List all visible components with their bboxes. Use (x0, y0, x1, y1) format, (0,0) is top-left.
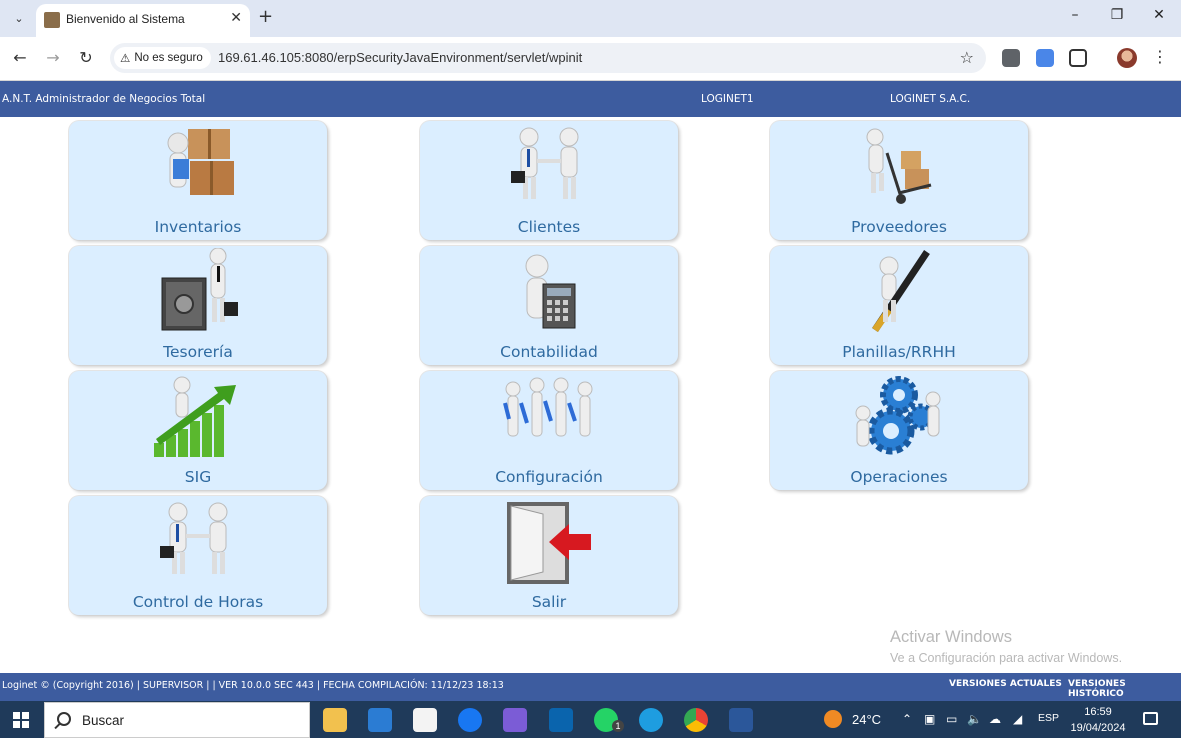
restore-button[interactable]: ❐ (1102, 7, 1132, 23)
search-placeholder: Buscar (82, 713, 125, 728)
chrome-icon[interactable] (684, 708, 708, 732)
url-text[interactable]: 169.61.46.105:8080/erpSecurityJavaEnviro… (218, 50, 582, 65)
wifi-icon[interactable]: ◢ (1013, 712, 1022, 726)
tile-label: Planillas/RRHH (842, 343, 956, 361)
tab-close-icon[interactable]: ✕ (230, 10, 242, 26)
security-indicator[interactable]: ⚠ No es seguro (114, 47, 211, 69)
tray-chevron-icon[interactable]: ⌃ (902, 712, 912, 726)
browser-menu-icon[interactable]: ⋮ (1152, 47, 1168, 66)
clock-time: 16:59 (1084, 706, 1112, 718)
browser-tab[interactable]: Bienvenido al Sistema ✕ (36, 4, 250, 37)
profile-avatar[interactable] (1117, 48, 1137, 68)
word-icon[interactable] (729, 708, 753, 732)
weather-icon[interactable] (824, 710, 842, 728)
clock-date: 19/04/2024 (1070, 722, 1126, 734)
module-grid: Inventarios Clientes Proveedores Tesorer… (0, 117, 1181, 673)
handshake-icon (160, 502, 228, 574)
whatsapp-badge: 1 (612, 720, 624, 732)
tab-search-button[interactable]: ⌄ (8, 7, 30, 29)
safe-icon (161, 248, 238, 331)
versiones-actuales-link[interactable]: VERSIONES ACTUALES (949, 679, 1062, 689)
user-name: LOGINET1 (701, 93, 754, 105)
module-tile-clientes[interactable]: Clientes (420, 121, 678, 240)
windows-start-icon[interactable] (13, 712, 29, 728)
forward-button[interactable]: → (42, 48, 64, 67)
language-indicator[interactable]: ESP (1038, 712, 1059, 724)
extension-icon[interactable] (1002, 49, 1020, 67)
growth-chart-icon (154, 376, 236, 457)
battery-icon[interactable]: ▭ (946, 712, 957, 726)
clock[interactable]: 16:59 19/04/2024 (1062, 704, 1134, 736)
tile-label: Inventarios (154, 218, 242, 236)
tray-device-icon[interactable]: ▣ (924, 712, 935, 726)
tile-label: Clientes (517, 218, 581, 236)
company-name: LOGINET S.A.C. (890, 93, 971, 105)
module-tile-operaciones[interactable]: Operaciones (770, 371, 1028, 490)
exit-door-icon (507, 502, 591, 584)
puzzle-extensions-icon[interactable] (1069, 49, 1087, 67)
tile-label: Tesorería (163, 343, 233, 361)
tile-label: Contabilidad (500, 343, 598, 361)
favicon-icon (44, 12, 60, 28)
footer-info: Loginet © (Copyright 2016) | SUPERVISOR … (2, 680, 504, 691)
app-header: A.N.T. Administrador de Negocios Total L… (0, 81, 1181, 117)
security-label: No es seguro (134, 52, 203, 64)
tools-team-icon (503, 377, 593, 437)
pen-icon (872, 250, 930, 333)
module-tile-sig[interactable]: SIG (69, 371, 327, 490)
windows-taskbar: Buscar 1 24°C ⌃ ▣ ▭ 🔈 ☁ ◢ ESP 16:59 19/0… (0, 701, 1181, 738)
store-icon[interactable] (413, 708, 437, 732)
taskbar-search[interactable]: Buscar (44, 702, 310, 738)
notification-icon[interactable] (1143, 712, 1158, 725)
mail-icon[interactable] (368, 708, 392, 732)
versiones-historico-link[interactable]: VERSIONES HISTÓRICO (1068, 679, 1181, 699)
warning-icon: ⚠ (120, 53, 131, 65)
tab-title: Bienvenido al Sistema (66, 12, 185, 26)
module-tile-contabilidad[interactable]: Contabilidad (420, 246, 678, 365)
module-tile-inventarios[interactable]: Inventarios (69, 121, 327, 240)
handshake-icon (511, 127, 579, 199)
calculator-icon (525, 254, 576, 329)
hand-truck-icon (866, 128, 932, 204)
close-window-button[interactable]: ✕ (1144, 7, 1174, 23)
module-tile-salir[interactable]: Salir (420, 496, 678, 615)
copilot-icon[interactable] (503, 708, 527, 732)
address-bar[interactable]: ⚠ No es seguro 169.61.46.105:8080/erpSec… (110, 43, 986, 73)
module-tile-control-de-horas[interactable]: Control de Horas (69, 496, 327, 615)
bookmark-star-icon[interactable]: ☆ (960, 48, 974, 67)
app-footer: Loginet © (Copyright 2016) | SUPERVISOR … (0, 673, 1181, 701)
tile-label: Operaciones (850, 468, 948, 486)
tile-label: SIG (184, 468, 212, 486)
extension-icon[interactable] (1036, 49, 1054, 67)
volume-icon[interactable]: 🔈 (967, 712, 982, 726)
search-icon (57, 712, 71, 726)
boxes-icon (167, 129, 234, 195)
reload-button[interactable]: ↻ (75, 48, 97, 67)
edge-icon[interactable] (639, 708, 663, 732)
outlook-icon[interactable] (549, 708, 573, 732)
browser-tab-bar: ⌄ Bienvenido al Sistema ✕ + – ❐ ✕ (0, 0, 1181, 37)
browser-toolbar: ← → ↻ ⚠ No es seguro 169.61.46.105:8080/… (0, 37, 1181, 81)
activation-watermark-subtitle: Ve a Configuración para activar Windows. (890, 651, 1123, 665)
tile-label: Configuración (495, 468, 603, 486)
new-tab-button[interactable]: + (258, 6, 273, 27)
gears-icon (855, 376, 941, 455)
module-tile-configuracion[interactable]: Configuración (420, 371, 678, 490)
tile-label: Salir (531, 593, 567, 611)
file-explorer-icon[interactable] (323, 708, 347, 732)
tile-label: Control de Horas (132, 593, 264, 611)
cloud-icon[interactable]: ☁ (989, 712, 1001, 726)
module-tile-proveedores[interactable]: Proveedores (770, 121, 1028, 240)
weather-temp[interactable]: 24°C (852, 712, 881, 727)
module-tile-planillas-rrhh[interactable]: Planillas/RRHH (770, 246, 1028, 365)
tile-label: Proveedores (851, 218, 947, 236)
facebook-icon[interactable] (458, 708, 482, 732)
activation-watermark-title: Activar Windows (890, 628, 1012, 646)
back-button[interactable]: ← (9, 48, 31, 67)
app-name: A.N.T. Administrador de Negocios Total (2, 93, 206, 105)
module-tile-tesoreria[interactable]: Tesorería (69, 246, 327, 365)
minimize-button[interactable]: – (1060, 7, 1090, 23)
